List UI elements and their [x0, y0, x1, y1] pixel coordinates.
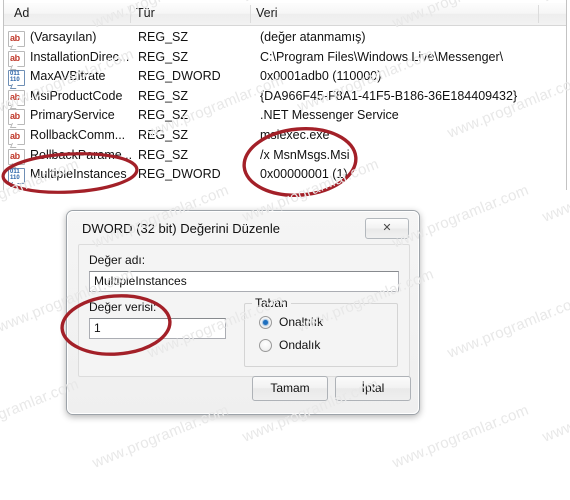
base-groupbox: Taban Onaltılık Ondalık	[244, 296, 398, 367]
dialog-title: DWORD (32 bit) Değerini Düzenle	[82, 221, 280, 236]
header-separator-1	[130, 5, 131, 23]
cell-type: REG_SZ	[138, 49, 189, 64]
cell-type: REG_SZ	[138, 128, 189, 142]
table-row[interactable]: ab RollbackComm... REG_SZ msiexec.exe	[8, 127, 564, 148]
column-header-data[interactable]: Veri	[256, 6, 278, 20]
string-value-icon: ab	[8, 50, 25, 70]
cell-data: 0x00000001 (1)	[260, 167, 348, 182]
table-row[interactable]: ab (Varsayılan) REG_SZ (değer atanmamış)	[8, 29, 564, 50]
cell-type: REG_SZ	[138, 147, 189, 162]
value-name-input[interactable]: MultipleInstances	[89, 271, 399, 292]
string-value-icon: ab	[8, 129, 25, 148]
screenshot-root: Ad Tür Veri ab (Varsayılan) REG_SZ (değer a…	[0, 0, 570, 500]
cell-data: 0x0001adb0 (110000)	[260, 69, 382, 84]
header-separator-2	[250, 5, 251, 23]
table-row[interactable]: ab InstallationDirec... REG_SZ C:\Program F…	[8, 49, 564, 70]
watermark-text: www.programlar.com	[445, 291, 570, 362]
table-row[interactable]: 011 110 MultipleInstances REG_DWORD 0x000000…	[8, 166, 564, 188]
cell-type: REG_SZ	[138, 88, 189, 103]
radio-decimal[interactable]	[259, 339, 272, 352]
dword-value-icon: 011 110	[8, 70, 25, 90]
header-separator-3	[538, 5, 539, 23]
close-icon: ✕	[382, 222, 392, 234]
radio-decimal-label[interactable]: Ondalık	[279, 338, 320, 352]
cell-name: MaxAVBitrate	[30, 69, 106, 84]
cancel-button[interactable]: İptal	[335, 376, 411, 401]
list-header: Ad Tür Veri	[4, 2, 566, 26]
value-name-text: MultipleInstances	[94, 274, 187, 288]
value-data-text: 1	[94, 321, 101, 335]
string-value-icon: ab	[8, 148, 25, 168]
cell-type: REG_DWORD	[138, 167, 221, 182]
cell-name: RollbackComm...	[30, 128, 126, 142]
cancel-button-label: İptal	[361, 381, 385, 395]
string-value-icon: ab	[8, 109, 25, 129]
cell-data: msiexec.exe	[260, 128, 330, 142]
table-row[interactable]: ab RollbackParame... REG_SZ/x MsnMsgs.Msi	[8, 147, 564, 168]
string-value-icon: ab	[8, 31, 25, 50]
column-header-type[interactable]: Tür	[136, 6, 155, 20]
cell-name: PrimaryService	[30, 108, 115, 123]
cell-data: /x MsnMsgs.Msi	[260, 147, 350, 162]
list-right-border	[566, 0, 567, 190]
cell-data: .NET Messenger Service	[260, 108, 399, 123]
column-header-name[interactable]: Ad	[14, 6, 29, 20]
radio-hexadecimal-label[interactable]: Onaltılık	[279, 315, 323, 329]
cell-name: InstallationDirec...	[30, 49, 130, 64]
watermark-text: www.programlar.com	[540, 375, 570, 446]
table-row[interactable]: 011 110 MaxAVBitrate REG_DWORD 0x0001adb0 (1…	[8, 68, 564, 90]
close-button[interactable]: ✕	[365, 218, 409, 239]
cell-name: MultipleInstances	[30, 167, 127, 182]
radio-hexadecimal[interactable]	[259, 316, 272, 329]
cell-type: REG_SZ	[138, 30, 189, 44]
edit-dword-dialog: DWORD (32 bit) Değerini Düzenle ✕ Değer …	[66, 210, 420, 415]
ok-button[interactable]: Tamam	[252, 376, 328, 401]
cell-data: {DA966F45-F8A1-41F5-B186-36E184409432}	[260, 88, 518, 103]
value-data-label: Değer verisi:	[89, 300, 157, 314]
cell-name: RollbackParame...	[30, 147, 133, 162]
cell-name: (Varsayılan)	[30, 30, 97, 44]
table-row[interactable]: ab PrimaryService REG_SZ .NET Messenger Ser…	[8, 107, 564, 129]
value-name-label: Değer adı:	[89, 253, 146, 267]
cell-name: MsiProductCode	[30, 88, 123, 103]
cell-data: (değer atanmamış)	[260, 30, 366, 44]
cell-type: REG_SZ	[138, 108, 189, 123]
table-row[interactable]: ab MsiProductCode REG_SZ {DA966F45-F8A1-41F…	[8, 88, 564, 109]
dialog-body: DWORD (32 bit) Değerini Düzenle ✕ Değer …	[67, 211, 419, 414]
ok-button-label: Tamam	[270, 381, 310, 395]
list-left-border	[3, 0, 4, 190]
registry-value-list[interactable]: Ad Tür Veri ab (Varsayılan) REG_SZ (değer a…	[0, 0, 570, 190]
base-group-label: Taban	[252, 296, 291, 310]
dialog-content-panel: Değer adı: MultipleInstances Değer veris…	[78, 244, 411, 401]
cell-data: C:\Program Files\Windows Live\Messenger\	[260, 49, 504, 64]
value-data-input[interactable]: 1	[89, 318, 226, 339]
string-value-icon: ab	[8, 89, 25, 109]
cell-type: REG_DWORD	[138, 69, 221, 84]
dword-value-icon: 011 110	[8, 168, 25, 188]
